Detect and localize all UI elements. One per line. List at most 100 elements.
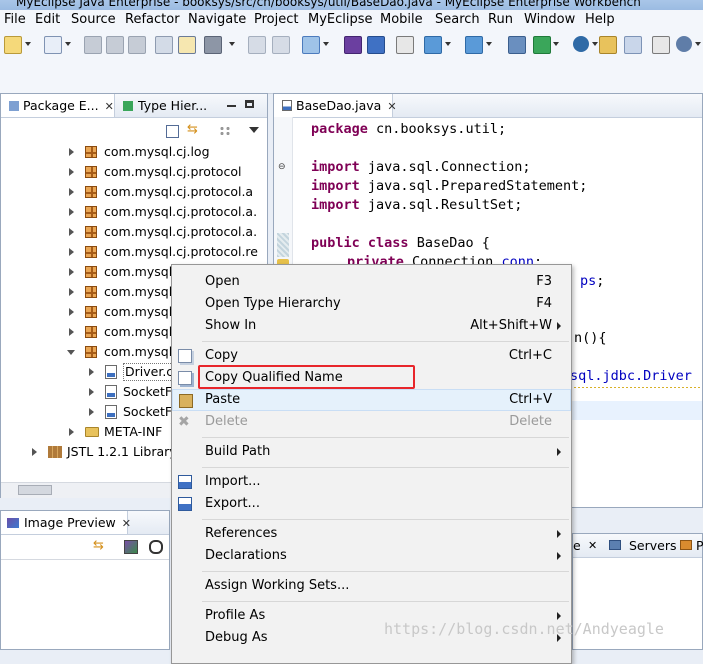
back-icon[interactable] <box>248 36 266 54</box>
chevron-down-icon[interactable] <box>445 42 451 46</box>
toggle-mark-icon[interactable] <box>178 36 196 54</box>
chevron-down-icon[interactable] <box>486 42 492 46</box>
tree-item[interactable]: com.mysql.cj.protocol.re <box>1 242 267 262</box>
tree-item[interactable]: com.mysql.cj.log <box>1 142 267 162</box>
save-all-icon[interactable] <box>106 36 124 54</box>
chevron-right-icon[interactable] <box>89 408 94 416</box>
link-icon[interactable]: ⇆ <box>93 538 104 553</box>
menu-item-import[interactable]: Import... <box>172 471 571 493</box>
menu-item-delete[interactable]: ✖ Delete Delete <box>172 411 571 433</box>
new-icon[interactable] <box>4 36 22 54</box>
menu-item-show-in[interactable]: Show In Alt+Shift+W <box>172 315 571 337</box>
menu-mobile[interactable]: Mobile <box>380 12 423 27</box>
menu-navigate[interactable]: Navigate <box>188 12 246 27</box>
fold-collapse-icon[interactable]: ⊖ <box>278 162 286 172</box>
tab-servers[interactable]: Servers <box>629 538 677 553</box>
run-icon[interactable] <box>533 36 551 54</box>
menu-item-export[interactable]: Export... <box>172 493 571 515</box>
chevron-right-icon[interactable] <box>69 148 74 156</box>
menu-item-references[interactable]: References <box>172 523 571 545</box>
chevron-down-icon[interactable] <box>695 42 701 46</box>
close-icon[interactable]: ✕ <box>387 95 396 118</box>
menu-window[interactable]: Window <box>524 12 575 27</box>
properties-icon[interactable] <box>652 36 670 54</box>
menu-source[interactable]: Source <box>71 12 116 27</box>
partial-tab-label[interactable]: P <box>696 538 703 553</box>
chevron-right-icon[interactable] <box>89 388 94 396</box>
chevron-right-icon[interactable] <box>69 268 74 276</box>
tree-item[interactable]: com.mysql.cj.protocol <box>1 162 267 182</box>
chevron-right-icon[interactable] <box>69 288 74 296</box>
chevron-right-icon[interactable] <box>69 428 74 436</box>
chevron-right-icon[interactable] <box>69 308 74 316</box>
chevron-down-icon[interactable] <box>67 350 75 355</box>
menu-file[interactable]: File <box>4 12 26 27</box>
close-icon[interactable]: ✕ <box>588 539 597 552</box>
hex-icon[interactable] <box>396 36 414 54</box>
print-icon[interactable] <box>128 36 146 54</box>
chevron-down-icon[interactable] <box>323 42 329 46</box>
tree-item[interactable]: com.mysql.cj.protocol.a. <box>1 202 267 222</box>
new-project-icon[interactable] <box>44 36 62 54</box>
run-config-icon[interactable] <box>424 36 442 54</box>
zoom-icon[interactable] <box>149 540 163 554</box>
link-editor-icon[interactable]: ⇆ <box>187 123 201 137</box>
ejb-icon[interactable] <box>344 36 362 54</box>
tree-item[interactable]: com.mysql.cj.protocol.a <box>1 182 267 202</box>
cube-icon[interactable] <box>367 36 385 54</box>
view-menu-icon[interactable] <box>249 127 259 133</box>
menu-help[interactable]: Help <box>585 12 615 27</box>
image-zoom-fit-icon[interactable] <box>124 540 138 554</box>
chevron-down-icon[interactable] <box>553 42 559 46</box>
save-icon[interactable] <box>84 36 102 54</box>
scrollbar-thumb[interactable] <box>18 485 52 495</box>
server-icon[interactable] <box>508 36 526 54</box>
open-type-icon[interactable] <box>155 36 173 54</box>
chevron-right-icon[interactable] <box>32 448 37 456</box>
settings-icon[interactable] <box>676 36 692 52</box>
maximize-icon[interactable] <box>245 100 254 108</box>
tree-item[interactable]: com.mysql.cj.protocol.a. <box>1 222 267 242</box>
menu-item-assign-working-sets[interactable]: Assign Working Sets... <box>172 575 571 597</box>
collapse-all-icon[interactable] <box>166 125 179 138</box>
tab-basedao-java[interactable]: BaseDao.java ✕ <box>274 94 397 118</box>
menu-item-paste[interactable]: Paste Ctrl+V <box>172 389 571 411</box>
chevron-right-icon[interactable] <box>69 228 74 236</box>
chevron-right-icon[interactable] <box>89 368 94 376</box>
close-icon[interactable]: ✕ <box>105 95 114 118</box>
minimize-icon[interactable] <box>227 105 236 107</box>
open-folder-icon[interactable] <box>599 36 617 54</box>
filter-icon[interactable] <box>219 126 231 135</box>
chevron-down-icon[interactable] <box>65 42 71 46</box>
chevron-down-icon[interactable] <box>25 42 31 46</box>
forward-icon[interactable] <box>272 36 290 54</box>
tab-image-preview[interactable]: Image Preview ✕ <box>1 511 131 535</box>
chevron-right-icon[interactable] <box>69 168 74 176</box>
chevron-right-icon[interactable] <box>69 188 74 196</box>
menu-item-copy[interactable]: Copy Ctrl+C <box>172 345 571 367</box>
chevron-down-icon[interactable] <box>592 42 598 46</box>
chevron-right-icon[interactable] <box>69 248 74 256</box>
menu-run[interactable]: Run <box>488 12 513 27</box>
menu-myeclipse[interactable]: MyEclipse <box>308 12 373 27</box>
menu-item-build-path[interactable]: Build Path <box>172 441 571 463</box>
menu-item-open-type-hierarchy[interactable]: Open Type Hierarchy F4 <box>172 293 571 315</box>
menu-search[interactable]: Search <box>435 12 480 27</box>
close-icon[interactable]: ✕ <box>122 512 131 535</box>
menu-project[interactable]: Project <box>254 12 298 27</box>
tool-icon[interactable] <box>204 36 222 54</box>
perspective-icon[interactable] <box>624 36 642 54</box>
tab-package-explorer[interactable]: Package E... ✕ <box>1 94 115 117</box>
partial-tab-label[interactable]: e <box>573 538 581 553</box>
chevron-down-icon[interactable] <box>229 42 235 46</box>
menu-item-declarations[interactable]: Declarations <box>172 545 571 567</box>
tab-type-hierarchy[interactable]: Type Hier... <box>119 94 229 117</box>
menu-item-open[interactable]: Open F3 <box>172 271 571 293</box>
menu-refactor[interactable]: Refactor <box>125 12 180 27</box>
chevron-right-icon[interactable] <box>69 208 74 216</box>
chevron-right-icon[interactable] <box>69 328 74 336</box>
debug-config-icon[interactable] <box>465 36 483 54</box>
globe-icon[interactable] <box>573 36 589 52</box>
deploy-icon[interactable] <box>302 36 320 54</box>
menu-edit[interactable]: Edit <box>35 12 60 27</box>
